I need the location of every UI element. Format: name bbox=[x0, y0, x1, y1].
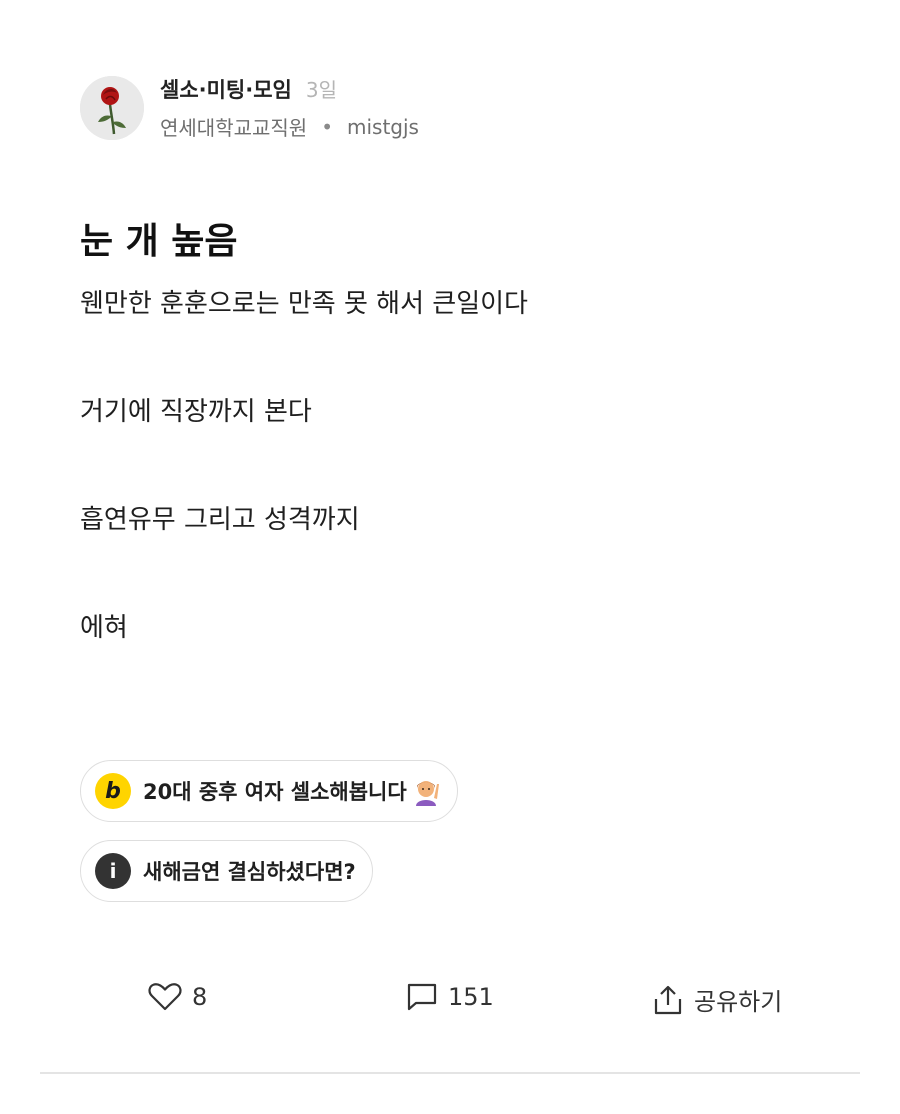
board-name[interactable]: 셀소·미팅·모임 bbox=[160, 74, 292, 104]
post-time: 3일 bbox=[305, 78, 337, 102]
post-title: 눈 개 높음 bbox=[80, 221, 238, 262]
like-button[interactable]: 8 bbox=[148, 982, 207, 1012]
author-org: 연세대학교교직원 bbox=[160, 116, 308, 140]
related-link-text: 새해금연 결심하셨다면? bbox=[143, 860, 356, 884]
body-paragraph: 에혀 bbox=[80, 613, 128, 643]
post-header: 셀소·미팅·모임 3일 연세대학교교직원 • mistgjs bbox=[80, 74, 419, 141]
meta-line2: 연세대학교교직원 • mistgjs bbox=[160, 112, 419, 141]
post-body: 웬만한 훈훈으로는 만족 못 해서 큰일이다 거기에 직장까지 본다 흡연유무 … bbox=[80, 284, 528, 648]
divider bbox=[40, 1072, 860, 1074]
avatar[interactable] bbox=[80, 75, 144, 140]
heart-icon bbox=[148, 983, 182, 1011]
comment-icon bbox=[407, 983, 437, 1011]
comment-button[interactable]: 151 bbox=[406, 982, 494, 1012]
comment-count: 151 bbox=[448, 983, 494, 1011]
body-paragraph: 거기에 직장까지 본다 bbox=[80, 397, 312, 427]
body-paragraph: 흡연유무 그리고 성격까지 bbox=[80, 505, 360, 535]
share-icon bbox=[654, 985, 682, 1014]
related-link-selso[interactable]: b 20대 중후 여자 셀소해봅니다 bbox=[80, 760, 458, 822]
share-label: 공유하기 bbox=[694, 988, 783, 1016]
person-raising-hand-emoji bbox=[411, 776, 441, 806]
author-id[interactable]: mistgjs bbox=[347, 115, 419, 139]
share-button[interactable]: 공유하기 bbox=[652, 982, 782, 1017]
b-logo-icon: b bbox=[95, 773, 131, 809]
info-icon: i bbox=[95, 853, 131, 889]
rose-icon bbox=[80, 75, 144, 140]
related-link-label: 새해금연 결심하셨다면? bbox=[143, 856, 356, 886]
related-link-text: 20대 중후 여자 셀소해봅니다 bbox=[143, 780, 407, 804]
like-count: 8 bbox=[192, 983, 208, 1011]
post-meta: 셀소·미팅·모임 3일 연세대학교교직원 • mistgjs bbox=[160, 74, 419, 141]
body-paragraph: 웬만한 훈훈으로는 만족 못 해서 큰일이다 bbox=[80, 289, 528, 319]
related-link-label: 20대 중후 여자 셀소해봅니다 bbox=[143, 776, 441, 806]
meta-line1: 셀소·미팅·모임 3일 bbox=[160, 74, 419, 104]
separator-dot: • bbox=[321, 114, 333, 139]
related-link-quit-smoking[interactable]: i 새해금연 결심하셨다면? bbox=[80, 840, 373, 902]
action-bar: 8 151 공유하기 bbox=[0, 982, 900, 1024]
